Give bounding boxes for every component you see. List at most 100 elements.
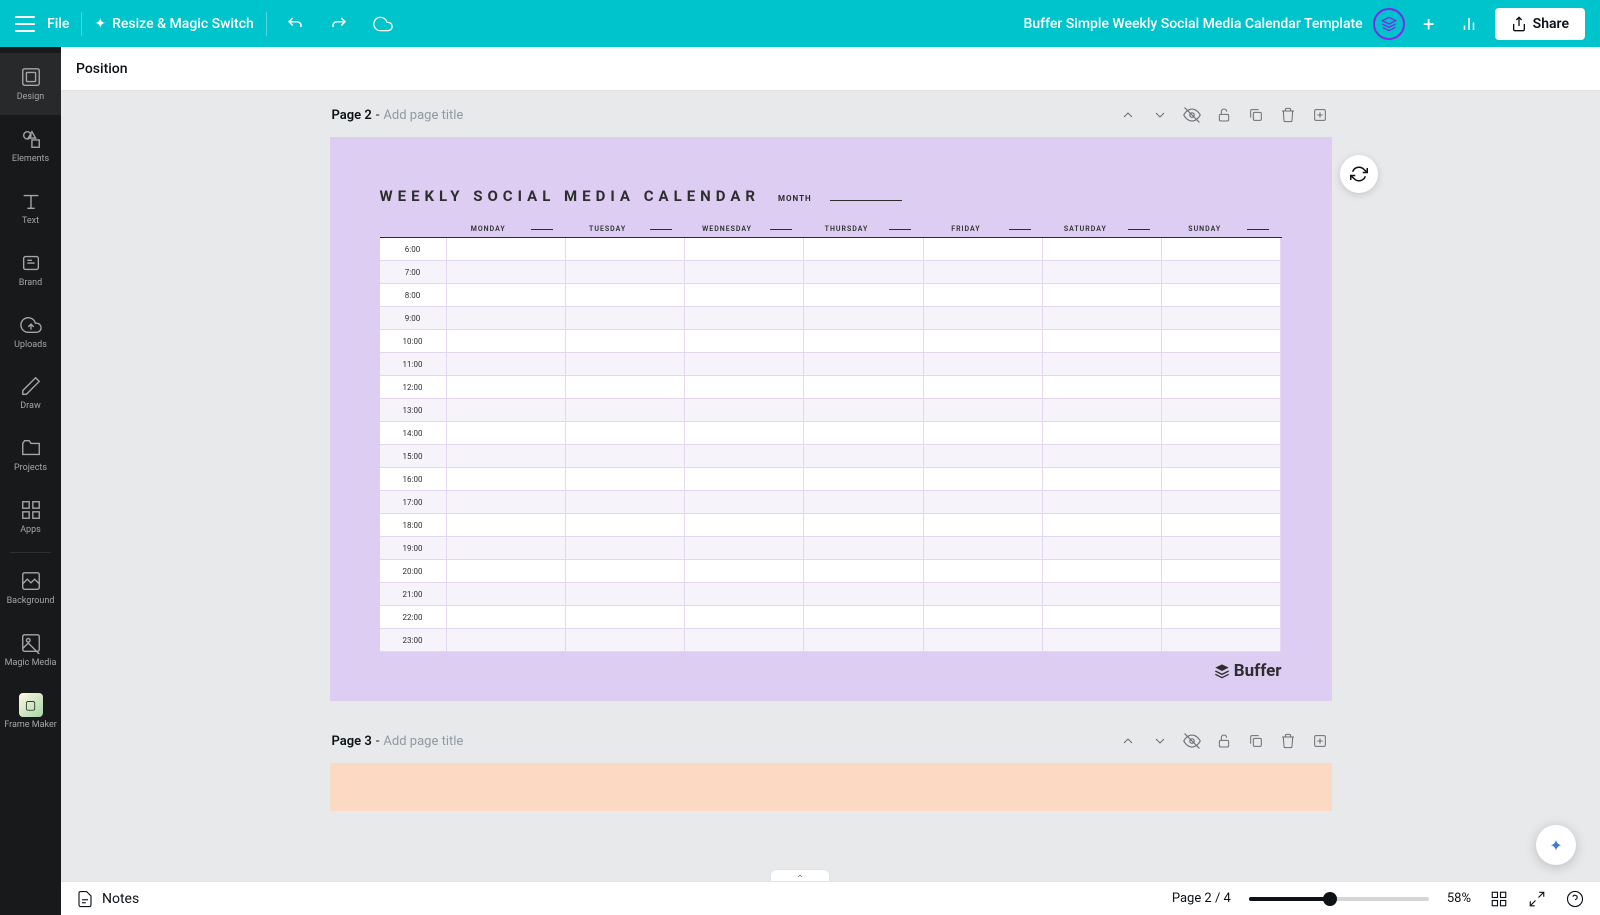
grid-cell[interactable] <box>685 606 803 629</box>
canvas-area[interactable]: Page 2 - Add page title WEEKLY SOCIAL ME <box>61 91 1600 881</box>
grid-cell[interactable] <box>1162 560 1280 583</box>
grid-cell[interactable] <box>685 376 803 399</box>
file-menu[interactable]: File <box>47 16 69 32</box>
grid-cell[interactable] <box>1043 376 1161 399</box>
page-add-button[interactable] <box>1310 731 1330 751</box>
grid-cell[interactable] <box>804 307 922 330</box>
grid-cell[interactable] <box>1043 261 1161 284</box>
grid-cell[interactable] <box>447 399 565 422</box>
grid-cell[interactable] <box>924 583 1042 606</box>
grid-cell[interactable] <box>1043 583 1161 606</box>
grid-cell[interactable] <box>447 353 565 376</box>
grid-cell[interactable] <box>924 284 1042 307</box>
expand-tab[interactable] <box>770 869 830 881</box>
grid-cell[interactable] <box>804 468 922 491</box>
notes-button[interactable]: Notes <box>76 890 139 908</box>
grid-cell[interactable] <box>447 330 565 353</box>
grid-cell[interactable] <box>685 261 803 284</box>
grid-cell[interactable] <box>685 238 803 261</box>
grid-cell[interactable] <box>685 284 803 307</box>
grid-cell[interactable] <box>1162 376 1280 399</box>
grid-cell[interactable] <box>804 238 922 261</box>
grid-cell[interactable] <box>924 629 1042 652</box>
redo-button[interactable] <box>323 8 355 40</box>
grid-cell[interactable] <box>1043 353 1161 376</box>
grid-cell[interactable] <box>566 307 684 330</box>
grid-cell[interactable] <box>566 261 684 284</box>
page-canvas-3[interactable] <box>330 763 1332 811</box>
grid-cell[interactable] <box>685 560 803 583</box>
grid-cell[interactable] <box>804 284 922 307</box>
grid-cell[interactable] <box>1162 537 1280 560</box>
grid-cell[interactable] <box>804 422 922 445</box>
grid-cell[interactable] <box>804 376 922 399</box>
grid-cell[interactable] <box>804 583 922 606</box>
grid-cell[interactable] <box>1043 238 1161 261</box>
page-add-button[interactable] <box>1310 105 1330 125</box>
grid-cell[interactable] <box>566 537 684 560</box>
grid-cell[interactable] <box>566 376 684 399</box>
grid-cell[interactable] <box>685 445 803 468</box>
grid-cell[interactable] <box>924 376 1042 399</box>
grid-cell[interactable] <box>1162 330 1280 353</box>
grid-cell[interactable] <box>804 261 922 284</box>
grid-cell[interactable] <box>447 560 565 583</box>
grid-cell[interactable] <box>1162 606 1280 629</box>
grid-cell[interactable] <box>924 445 1042 468</box>
page-hide-button[interactable] <box>1182 105 1202 125</box>
page-down-button[interactable] <box>1150 731 1170 751</box>
page-lock-button[interactable] <box>1214 105 1234 125</box>
grid-cell[interactable] <box>566 399 684 422</box>
page-down-button[interactable] <box>1150 105 1170 125</box>
sidebar-item-apps[interactable]: Apps <box>0 486 61 548</box>
sidebar-item-magic-media[interactable]: Magic Media <box>0 619 61 681</box>
add-button[interactable]: + <box>1415 10 1443 38</box>
zoom-handle[interactable] <box>1323 892 1337 906</box>
page-title-input[interactable]: Add page title <box>383 734 463 749</box>
assistant-button[interactable]: ✦ <box>1536 825 1576 865</box>
page-duplicate-button[interactable] <box>1246 731 1266 751</box>
grid-cell[interactable] <box>1162 491 1280 514</box>
grid-cell[interactable] <box>1043 629 1161 652</box>
grid-cell[interactable] <box>1162 238 1280 261</box>
grid-cell[interactable] <box>566 629 684 652</box>
grid-cell[interactable] <box>685 468 803 491</box>
grid-cell[interactable] <box>685 583 803 606</box>
grid-cell[interactable] <box>685 422 803 445</box>
grid-cell[interactable] <box>447 491 565 514</box>
sidebar-item-design[interactable]: Design <box>0 53 61 115</box>
page-lock-button[interactable] <box>1214 731 1234 751</box>
grid-cell[interactable] <box>566 238 684 261</box>
grid-cell[interactable] <box>924 238 1042 261</box>
grid-cell[interactable] <box>566 445 684 468</box>
grid-cell[interactable] <box>924 330 1042 353</box>
help-button[interactable] <box>1565 889 1585 909</box>
grid-cell[interactable] <box>804 629 922 652</box>
grid-cell[interactable] <box>566 468 684 491</box>
grid-cell[interactable] <box>1162 583 1280 606</box>
grid-cell[interactable] <box>924 491 1042 514</box>
refresh-button[interactable] <box>1340 155 1378 193</box>
grid-cell[interactable] <box>1162 307 1280 330</box>
sidebar-item-projects[interactable]: Projects <box>0 424 61 486</box>
grid-cell[interactable] <box>1162 261 1280 284</box>
grid-cell[interactable] <box>804 491 922 514</box>
grid-cell[interactable] <box>804 537 922 560</box>
layers-button[interactable] <box>1373 8 1405 40</box>
cloud-sync-icon[interactable] <box>367 8 399 40</box>
grid-cell[interactable] <box>1162 629 1280 652</box>
grid-cell[interactable] <box>566 560 684 583</box>
grid-cell[interactable] <box>924 353 1042 376</box>
grid-cell[interactable] <box>447 468 565 491</box>
grid-cell[interactable] <box>447 376 565 399</box>
grid-cell[interactable] <box>1043 422 1161 445</box>
grid-cell[interactable] <box>924 399 1042 422</box>
grid-cell[interactable] <box>566 353 684 376</box>
menu-icon[interactable] <box>15 16 35 32</box>
grid-cell[interactable] <box>924 606 1042 629</box>
grid-cell[interactable] <box>685 629 803 652</box>
grid-cell[interactable] <box>685 330 803 353</box>
grid-cell[interactable] <box>566 583 684 606</box>
grid-cell[interactable] <box>1043 560 1161 583</box>
grid-cell[interactable] <box>1043 606 1161 629</box>
